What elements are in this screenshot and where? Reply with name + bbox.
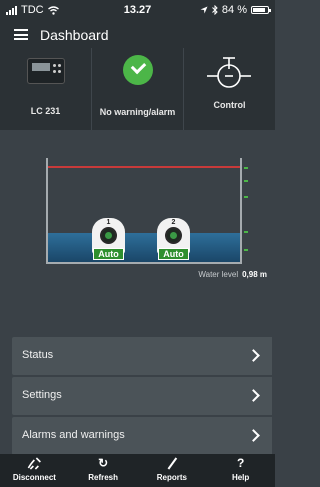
- pencil-icon: [167, 457, 177, 470]
- tab-label: Reports: [156, 473, 187, 482]
- refresh-icon: ↻: [98, 456, 109, 470]
- check-circle-icon: [123, 55, 153, 85]
- location-icon: [200, 6, 208, 14]
- chevron-right-icon: [247, 349, 260, 362]
- tile-device-label: LC 231: [30, 106, 61, 116]
- water-level-value: 0,98 m: [242, 270, 267, 279]
- hamburger-menu-icon[interactable]: [14, 29, 28, 40]
- disconnect-icon: [27, 457, 41, 470]
- battery-icon: [251, 6, 271, 14]
- chevron-right-icon: [247, 429, 260, 442]
- bluetooth-icon: [212, 5, 218, 15]
- water-fill: [48, 233, 240, 262]
- level-tick: [244, 249, 248, 251]
- tab-label: Refresh: [88, 473, 119, 482]
- level-tick: [244, 167, 248, 169]
- help-icon: ?: [236, 456, 245, 470]
- pump-2[interactable]: 2 Auto: [157, 218, 190, 260]
- level-tick: [244, 180, 248, 182]
- tile-alarm-status-label: No warning/alarm: [99, 107, 176, 117]
- pump-mode-badge: Auto: [93, 248, 124, 260]
- pump-number: 2: [171, 219, 176, 226]
- tile-alarm-status[interactable]: No warning/alarm: [92, 48, 184, 130]
- menu-list: Status Settings Alarms and warnings: [12, 337, 272, 457]
- water-level-label: Water level: [198, 270, 239, 279]
- pump-tank: 1 Auto 2 Auto: [46, 158, 248, 264]
- high-level-alarm-line: [48, 166, 240, 168]
- tab-help[interactable]: ? Help: [206, 454, 275, 487]
- page-title: Dashboard: [40, 27, 109, 43]
- tab-reports[interactable]: Reports: [138, 454, 207, 487]
- status-bar: TDC 13.27 84 %: [0, 0, 275, 20]
- tile-device[interactable]: LC 231: [0, 48, 92, 130]
- pump-mode-badge: Auto: [158, 248, 189, 260]
- battery-percent: 84 %: [221, 4, 247, 16]
- tab-refresh[interactable]: ↻ Refresh: [69, 454, 138, 487]
- controller-device-icon: [27, 58, 65, 84]
- menu-item-status[interactable]: Status: [12, 337, 272, 375]
- pump-indicator-icon: [165, 227, 182, 244]
- level-tick: [244, 196, 248, 198]
- pump-1[interactable]: 1 Auto: [92, 218, 125, 260]
- menu-item-label: Settings: [22, 389, 62, 401]
- water-level-readout: Water level 0,98 m: [198, 270, 267, 279]
- tab-disconnect[interactable]: Disconnect: [0, 454, 69, 487]
- pump-number: 1: [106, 219, 111, 226]
- menu-item-settings[interactable]: Settings: [12, 377, 272, 415]
- chevron-right-icon: [247, 389, 260, 402]
- level-tick: [244, 231, 248, 233]
- tab-label: Disconnect: [12, 473, 56, 482]
- bottom-tab-bar: Disconnect ↻ Refresh Reports ? Help: [0, 454, 275, 487]
- menu-item-label: Alarms and warnings: [22, 429, 125, 441]
- menu-item-label: Status: [22, 349, 54, 361]
- nav-bar: Dashboard: [0, 20, 275, 48]
- summary-tiles: LC 231 No warning/alarm Control: [0, 48, 275, 130]
- control-icon: [207, 57, 251, 88]
- tab-label: Help: [231, 473, 250, 482]
- tile-control[interactable]: Control: [184, 48, 275, 130]
- tank-panel: 1 Auto 2 Auto Water level 0,98 m: [0, 130, 275, 337]
- pump-indicator-icon: [100, 227, 117, 244]
- status-right: 84 %: [200, 4, 271, 16]
- tile-control-label: Control: [213, 100, 246, 110]
- tank-wall-right: [240, 158, 242, 264]
- tank-floor: [46, 262, 242, 264]
- menu-item-alarms[interactable]: Alarms and warnings: [12, 417, 272, 455]
